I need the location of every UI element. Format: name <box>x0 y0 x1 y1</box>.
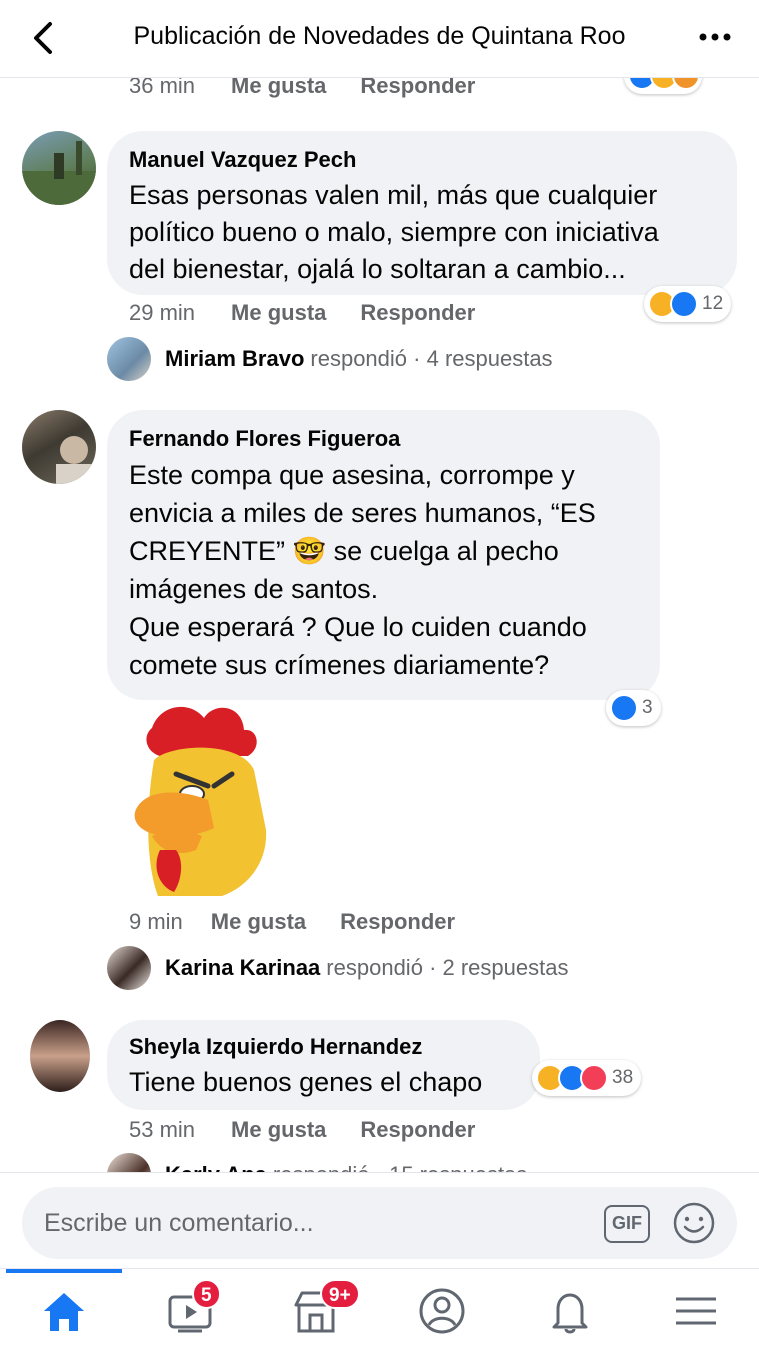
replies-link[interactable]: Miriam Bravo respondió · 4 respuestas <box>107 337 553 381</box>
reply-link[interactable]: Responder <box>360 300 475 326</box>
bottom-tab-bar: 5 9+ <box>0 1268 759 1350</box>
reply-count: · 15 respuestas <box>376 1162 528 1172</box>
comment-bubble[interactable]: Manuel Vazquez Pech Esas personas valen … <box>107 131 737 295</box>
like-reaction-icon <box>610 694 638 722</box>
like-reaction-icon <box>670 290 698 318</box>
replies-link[interactable]: Karina Karinaa respondió · 2 respuestas <box>107 946 568 990</box>
active-tab-indicator <box>6 1269 122 1273</box>
reply-count: · 4 respuestas <box>413 346 553 371</box>
avatar <box>107 337 151 381</box>
emoji-icon[interactable] <box>672 1201 716 1245</box>
reaction-summary-partial[interactable] <box>624 78 702 94</box>
notification-badge: 9+ <box>320 1279 360 1309</box>
comment-author[interactable]: Fernando Flores Figueroa <box>129 426 400 452</box>
home-icon[interactable] <box>36 1283 92 1339</box>
comment-input[interactable]: Escribe un comentario... GIF <box>22 1187 737 1259</box>
comment-text: Esas personas valen mil, más que cualqui… <box>129 180 659 284</box>
comment-actions: 53 min Me gusta Responder <box>129 1117 509 1143</box>
reply-author: Karina Karinaa <box>165 955 321 980</box>
comment-bubble[interactable]: Fernando Flores Figueroa Este compa que … <box>107 410 660 700</box>
reply-author: Karly Ana <box>165 1162 267 1172</box>
more-horizontal-icon[interactable] <box>697 22 733 52</box>
avatar <box>107 1153 151 1172</box>
avatar-photo <box>22 141 96 205</box>
angry-reaction-icon <box>672 78 700 90</box>
replied-label: respondió <box>310 346 408 371</box>
like-link[interactable]: Me gusta <box>211 909 306 935</box>
comment-actions-partial: 36 min Me gusta Responder <box>129 78 509 99</box>
avatar <box>107 946 151 990</box>
gif-button[interactable]: GIF <box>604 1205 650 1243</box>
reaction-summary[interactable]: 38 <box>532 1060 642 1096</box>
comment-actions: 9 min Me gusta Responder <box>129 909 489 935</box>
notifications-bell-icon[interactable] <box>542 1283 598 1339</box>
comment-author[interactable]: Manuel Vazquez Pech <box>129 147 356 173</box>
comment-time: 9 min <box>129 909 183 934</box>
reply-link[interactable]: Responder <box>340 909 455 935</box>
replied-label: respondió <box>273 1162 370 1172</box>
top-bar: Publicación de Novedades de Quintana Roo <box>0 0 759 78</box>
comment-text: Tiene buenos genes el chapo <box>129 1067 483 1097</box>
replied-label: respondió <box>326 955 423 980</box>
like-link[interactable]: Me gusta <box>231 1117 326 1143</box>
like-link[interactable]: Me gusta <box>231 78 326 99</box>
comment-text: Este compa que asesina, corrompe y envic… <box>129 460 596 680</box>
profile-icon[interactable] <box>414 1283 470 1339</box>
comments-feed[interactable]: 36 min Me gusta Responder Manuel Vazquez… <box>0 78 759 1172</box>
reply-link[interactable]: Responder <box>360 1117 475 1143</box>
comment-author[interactable]: Sheyla Izquierdo Hernandez <box>129 1034 422 1060</box>
reply-author: Miriam Bravo <box>165 346 305 371</box>
avatar[interactable] <box>22 410 96 484</box>
comment-bubble[interactable]: Sheyla Izquierdo Hernandez Tiene buenos … <box>107 1020 540 1110</box>
reaction-count: 3 <box>642 697 653 718</box>
reaction-summary[interactable]: 3 <box>606 690 661 726</box>
angry-rooster-sticker[interactable] <box>130 700 272 900</box>
page-title: Publicación de Novedades de Quintana Roo <box>133 22 626 50</box>
menu-icon[interactable] <box>668 1283 724 1339</box>
comment-time: 36 min <box>129 78 196 98</box>
avatar[interactable] <box>22 131 96 205</box>
reply-count: · 2 respuestas <box>429 955 569 980</box>
avatar[interactable] <box>30 1020 90 1092</box>
reply-link[interactable]: Responder <box>360 78 475 99</box>
reaction-count: 38 <box>612 1067 634 1088</box>
avatar-photo <box>56 436 96 484</box>
reaction-count: 12 <box>702 293 724 314</box>
comment-composer: Escribe un comentario... GIF <box>0 1172 759 1268</box>
reaction-summary[interactable]: 12 <box>644 286 732 322</box>
replies-link[interactable]: Karly Ana respondió · 15 respuestas <box>107 1153 527 1172</box>
comment-time: 29 min <box>129 300 196 325</box>
love-reaction-icon <box>580 1064 608 1092</box>
notification-badge: 5 <box>192 1279 221 1309</box>
comment-placeholder: Escribe un comentario... <box>44 1209 314 1237</box>
comment-time: 53 min <box>129 1117 196 1142</box>
comment-actions: 29 min Me gusta Responder <box>129 300 509 326</box>
like-link[interactable]: Me gusta <box>231 300 326 326</box>
